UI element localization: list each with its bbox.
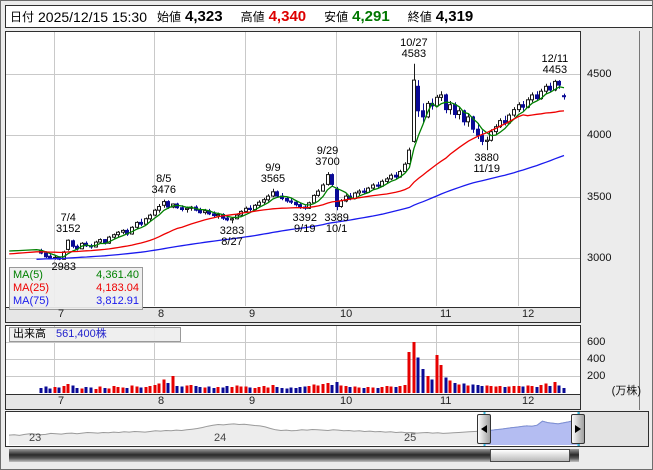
volume-axis-tick: 200	[587, 369, 606, 382]
volume-value: 561,400株	[56, 328, 107, 340]
volume-month-label: 11	[440, 395, 452, 407]
price-month-label: 8	[158, 308, 165, 320]
price-annotation: 9/29 3700	[315, 145, 340, 169]
volume-axis-tick: 400	[587, 352, 606, 365]
nav-year-label: 23	[29, 432, 42, 444]
price-annotation: 3389 10/1	[324, 212, 349, 236]
price-annotation: 12/11 4453	[541, 52, 569, 76]
price-annotation: 3283 8/27	[219, 225, 245, 249]
ma75-row: MA(75) 3,812.91	[13, 295, 139, 308]
volume-axis-tick: 600	[587, 335, 606, 348]
horizontal-scrollbar-thumb[interactable]	[490, 449, 570, 462]
volume-label: 出来高	[13, 328, 46, 340]
ma5-value: 4,361.40	[96, 269, 139, 281]
price-annotation: 10/27 4583	[400, 36, 428, 60]
ma-legend: MA(5) 4,361.40 MA(25) 4,183.04 MA(75) 3,…	[9, 267, 143, 310]
price-month-label: 9	[249, 308, 256, 320]
price-annotation: 2983	[51, 261, 76, 274]
left-arrow-icon	[481, 425, 487, 433]
volume-month-label: 7	[58, 395, 65, 407]
price-annotation: 9/9 3565	[260, 161, 286, 185]
right-arrow-icon	[575, 425, 581, 433]
price-annotation: 8/5 3476	[151, 172, 177, 196]
ma25-value: 4,183.04	[96, 282, 139, 294]
ma75-label: MA(75)	[13, 295, 50, 307]
stock-chart-window: 日付 2025/12/15 15:30 始値 4,323 高値 4,340 安値…	[0, 0, 653, 470]
range-handle-left[interactable]	[477, 414, 491, 444]
volume-month-label: 8	[158, 395, 165, 407]
range-handle-right[interactable]	[571, 414, 585, 444]
price-month-label: 7	[58, 308, 65, 320]
volume-month-label: 12	[522, 395, 535, 407]
volume-axis-unit: (万株)	[611, 385, 641, 397]
ma75-value: 3,812.91	[96, 295, 139, 307]
nav-year-label: 25	[404, 432, 417, 444]
ma25-row: MA(25) 4,183.04	[13, 282, 139, 295]
price-axis-tick: 3500	[587, 190, 612, 203]
price-axis-tick: 4000	[587, 128, 612, 141]
price-axis-tick: 4500	[587, 67, 612, 80]
ma25-label: MA(25)	[13, 282, 50, 294]
price-annotation: 7/4 3152	[56, 212, 81, 236]
nav-year-label: 24	[214, 432, 227, 444]
ma5-label: MA(5)	[13, 269, 43, 281]
price-annotation: 3392 9/19	[292, 211, 318, 235]
price-month-label: 11	[440, 308, 452, 320]
price-month-label: 10	[340, 308, 353, 320]
ma5-row: MA(5) 4,361.40	[13, 269, 139, 282]
volume-month-label: 9	[249, 395, 256, 407]
volume-legend: 出来高 561,400株	[9, 327, 181, 342]
volume-month-label: 10	[340, 395, 353, 407]
price-axis-tick: 3000	[587, 251, 612, 264]
price-annotation: 3880 11/19	[473, 152, 501, 176]
price-month-label: 12	[522, 308, 535, 320]
